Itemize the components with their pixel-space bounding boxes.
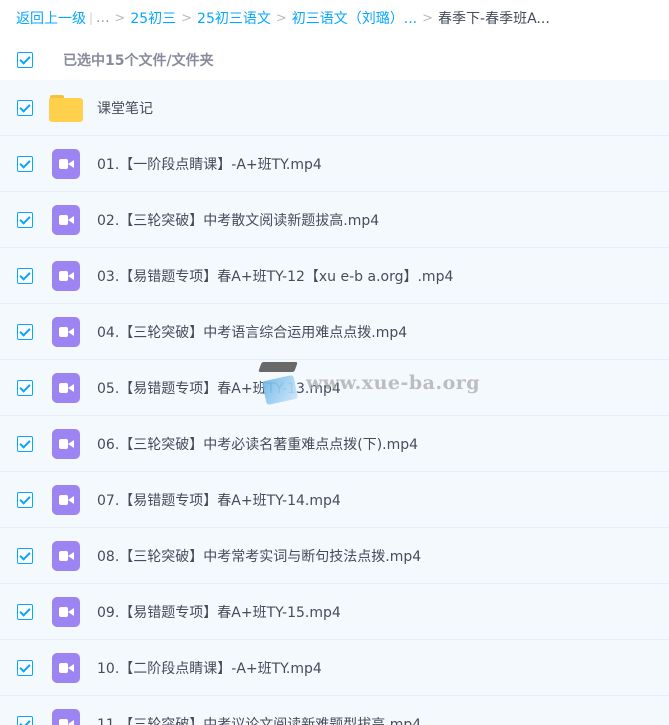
row-checkbox[interactable] (17, 211, 33, 228)
icon-wrap (49, 595, 83, 629)
file-name[interactable]: 05.【易错题专项】春A+班TY-13.mp4 (97, 378, 341, 398)
file-name[interactable]: 08.【三轮突破】中考常考实词与断句技法点拨.mp4 (97, 546, 421, 566)
list-item[interactable]: 06.【三轮突破】中考必读名著重难点点拨(下).mp4 (0, 416, 669, 472)
list-item[interactable]: 05.【易错题专项】春A+班TY-13.mp4 (0, 360, 669, 416)
icon-wrap (49, 427, 83, 461)
list-item[interactable]: 04.【三轮突破】中考语言综合运用难点点拨.mp4 (0, 304, 669, 360)
back-link[interactable]: 返回上一级 (16, 8, 86, 28)
file-name[interactable]: 09.【易错题专项】春A+班TY-15.mp4 (97, 602, 341, 622)
icon-wrap (49, 203, 83, 237)
list-item[interactable]: 10.【二阶段点睛课】-A+班TY.mp4 (0, 640, 669, 696)
file-browser: 返回上一级 | ... > 25初三 > 25初三语文 > 初三语文（刘璐）..… (0, 0, 669, 725)
breadcrumb-item[interactable]: 25初三 (130, 8, 176, 28)
file-name[interactable]: 10.【二阶段点睛课】-A+班TY.mp4 (97, 658, 322, 678)
video-icon (52, 596, 80, 627)
icon-wrap (49, 539, 83, 573)
chevron-right-icon: > (181, 10, 193, 26)
file-name[interactable]: 01.【一阶段点睛课】-A+班TY.mp4 (97, 154, 322, 174)
video-icon (52, 204, 80, 235)
video-icon (52, 484, 80, 515)
row-checkbox[interactable] (17, 323, 33, 340)
video-icon (52, 148, 80, 179)
row-checkbox[interactable] (17, 267, 33, 284)
list-item[interactable]: 课堂笔记 (0, 80, 669, 136)
row-checkbox[interactable] (17, 547, 33, 564)
selection-count: 已选中15个文件/文件夹 (63, 53, 214, 69)
video-icon (52, 428, 80, 459)
icon-wrap (49, 147, 83, 181)
file-name[interactable]: 11.【三轮突破】中考议论文阅读新难题型拔高.mp4 (97, 714, 421, 725)
file-name[interactable]: 02.【三轮突破】中考散文阅读新题拔高.mp4 (97, 210, 379, 230)
icon-wrap (49, 315, 83, 349)
icon-wrap (49, 651, 83, 685)
list-item[interactable]: 11.【三轮突破】中考议论文阅读新难题型拔高.mp4 (0, 696, 669, 725)
video-icon (52, 540, 80, 571)
breadcrumb-current: 春季下-春季班A... (438, 11, 550, 27)
file-name[interactable]: 06.【三轮突破】中考必读名著重难点点拨(下).mp4 (97, 434, 418, 454)
file-list: 课堂笔记 01.【一阶段点睛课】-A+班TY.mp4 02.【三轮突破】中考散文… (0, 80, 669, 725)
video-icon (52, 708, 80, 725)
file-name[interactable]: 07.【易错题专项】春A+班TY-14.mp4 (97, 490, 341, 510)
chevron-right-icon: > (275, 10, 287, 26)
breadcrumb-item[interactable]: 初三语文（刘璐）... (292, 8, 417, 28)
row-checkbox[interactable] (17, 155, 33, 172)
video-icon (52, 260, 80, 291)
list-item[interactable]: 09.【易错题专项】春A+班TY-15.mp4 (0, 584, 669, 640)
icon-wrap (49, 91, 83, 125)
file-name[interactable]: 03.【易错题专项】春A+班TY-12【xu e-b a.org】.mp4 (97, 266, 453, 286)
row-checkbox[interactable] (17, 99, 33, 116)
list-item[interactable]: 07.【易错题专项】春A+班TY-14.mp4 (0, 472, 669, 528)
icon-wrap (49, 371, 83, 405)
row-checkbox[interactable] (17, 435, 33, 452)
row-checkbox[interactable] (17, 491, 33, 508)
video-icon (52, 652, 80, 683)
select-all-checkbox[interactable] (17, 52, 33, 68)
row-checkbox[interactable] (17, 715, 33, 725)
breadcrumb-divider: | (89, 11, 94, 25)
file-name[interactable]: 04.【三轮突破】中考语言综合运用难点点拨.mp4 (97, 322, 407, 342)
video-icon (52, 316, 80, 347)
icon-wrap (49, 707, 83, 725)
chevron-right-icon: > (422, 10, 434, 26)
select-all-bar: 已选中15个文件/文件夹 (0, 40, 669, 80)
list-item[interactable]: 03.【易错题专项】春A+班TY-12【xu e-b a.org】.mp4 (0, 248, 669, 304)
row-checkbox[interactable] (17, 603, 33, 620)
chevron-right-icon: > (114, 10, 126, 26)
list-item[interactable]: 08.【三轮突破】中考常考实词与断句技法点拨.mp4 (0, 528, 669, 584)
video-icon (52, 372, 80, 403)
row-checkbox[interactable] (17, 379, 33, 396)
folder-icon (49, 94, 83, 122)
file-name[interactable]: 课堂笔记 (97, 98, 153, 118)
list-item[interactable]: 02.【三轮突破】中考散文阅读新题拔高.mp4 (0, 192, 669, 248)
breadcrumb: 返回上一级 | ... > 25初三 > 25初三语文 > 初三语文（刘璐）..… (0, 0, 669, 36)
list-item[interactable]: 01.【一阶段点睛课】-A+班TY.mp4 (0, 136, 669, 192)
breadcrumb-ellipsis[interactable]: ... (96, 10, 109, 26)
breadcrumb-item[interactable]: 25初三语文 (197, 8, 271, 28)
icon-wrap (49, 259, 83, 293)
icon-wrap (49, 483, 83, 517)
row-checkbox[interactable] (17, 659, 33, 676)
